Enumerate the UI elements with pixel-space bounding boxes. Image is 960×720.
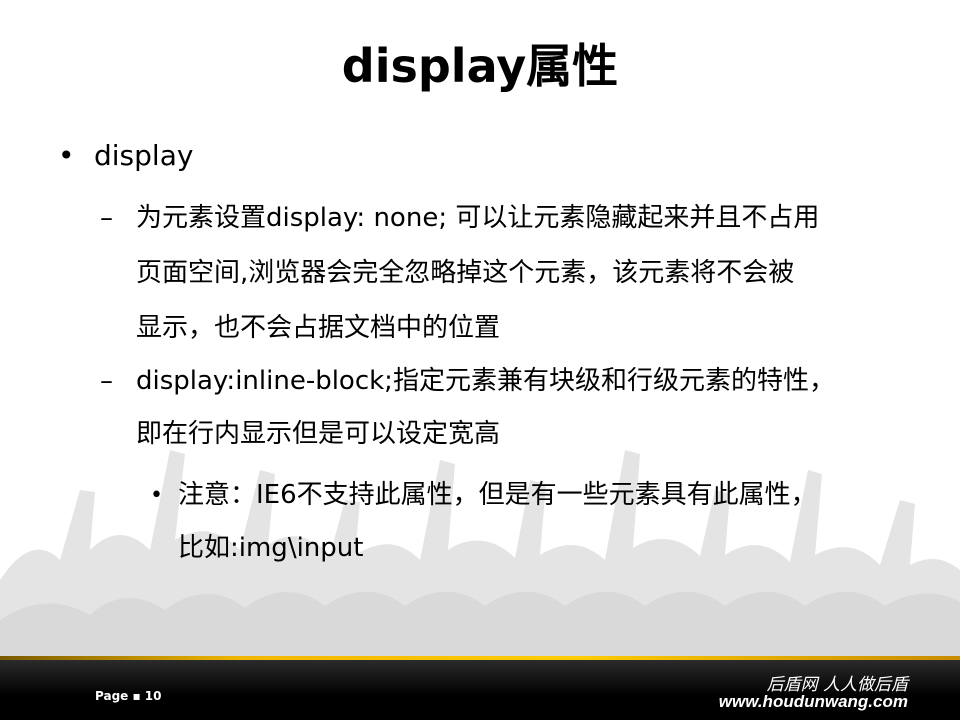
note-line: 比如:img\input xyxy=(178,533,364,563)
page-number: Page ▪ 10 xyxy=(95,689,162,703)
dash-icon: – xyxy=(100,203,113,233)
bullet-label: display xyxy=(94,139,194,172)
dash-icon: – xyxy=(100,366,113,396)
subpoint-line: 为元素设置display: none; 可以让元素隐藏起来并且不占用 xyxy=(136,203,820,233)
subpoint-line: 即在行内显示但是可以设定宽高 xyxy=(136,419,501,449)
bullet-dot-icon: • xyxy=(150,483,163,508)
brand-url: www.houdunwang.com xyxy=(718,692,908,711)
bullet-dot-icon: • xyxy=(58,139,75,172)
crowd-silhouette-background xyxy=(0,450,960,660)
subpoint-line: display:inline-block;指定元素兼有块级和行级元素的特性， xyxy=(136,366,835,396)
slide-title: display属性 xyxy=(341,39,619,93)
note-line: 注意：IE6不支持此属性，但是有一些元素具有此属性， xyxy=(178,480,817,510)
subpoint-line: 页面空间,浏览器会完全忽略掉这个元素，该元素将不会被 xyxy=(136,258,795,288)
subpoint-line: 显示，也不会占据文档中的位置 xyxy=(136,313,501,343)
